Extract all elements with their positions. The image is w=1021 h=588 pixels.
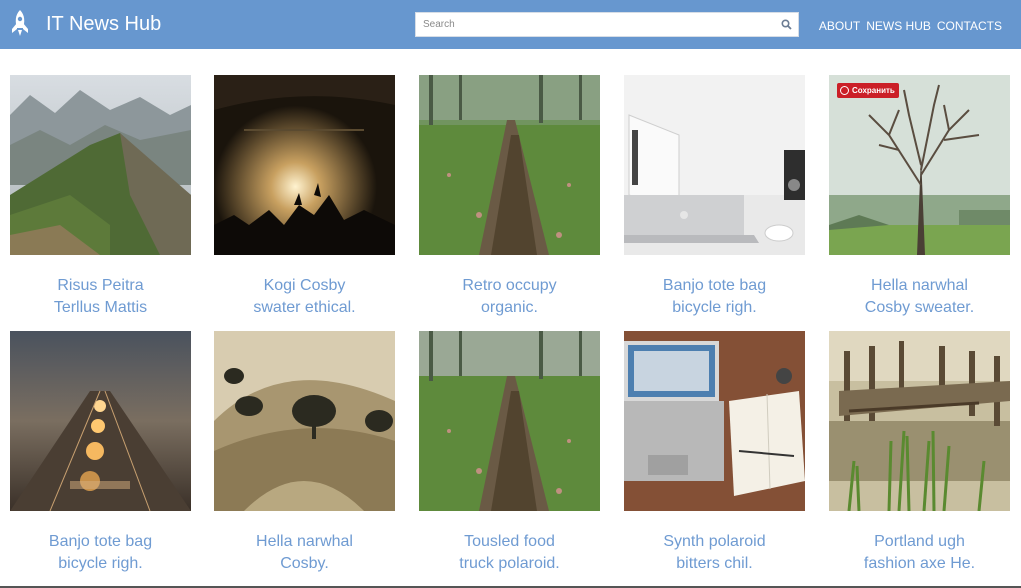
caption-line: Tousled food	[464, 533, 555, 550]
main-nav: ABOUT NEWS HUB CONTACTS	[819, 19, 1002, 33]
card-caption[interactable]: Synth polaroid bitters chil.	[624, 531, 805, 575]
caption-line: organic.	[481, 299, 538, 316]
concert-image[interactable]	[214, 75, 395, 255]
card-caption[interactable]: Retro occupy organic.	[419, 275, 600, 319]
pin-save-label: Сохранить	[852, 86, 895, 95]
caption-line: Hella narwhal	[256, 533, 353, 550]
caption-line: Cosby.	[280, 555, 329, 572]
caption-line: Terllus Mattis	[53, 299, 148, 316]
news-card[interactable]: Banjo tote bag bicycle righ.	[10, 331, 191, 575]
caption-line: truck polaroid.	[459, 555, 560, 572]
caption-line: Portland ugh	[874, 533, 965, 550]
forest-path-image[interactable]	[419, 75, 600, 255]
search-input[interactable]	[416, 13, 771, 36]
news-card[interactable]: Kogi Cosby swater ethical.	[214, 75, 395, 319]
card-caption[interactable]: Risus Peitra Terllus Mattis	[10, 275, 191, 319]
laptop-notebook-image[interactable]	[624, 331, 805, 511]
search-box[interactable]	[415, 12, 799, 37]
card-caption[interactable]: Tousled food truck polaroid.	[419, 531, 600, 575]
dock-image[interactable]	[829, 331, 1010, 511]
card-caption[interactable]: Kogi Cosby swater ethical.	[214, 275, 395, 319]
caption-line: bicycle righ.	[672, 299, 757, 316]
caption-line: bitters chil.	[676, 555, 753, 572]
caption-line: Risus Peitra	[57, 277, 144, 294]
pinterest-icon	[840, 86, 849, 95]
news-card[interactable]: Сохранить Hella narwhal Cosby sweater.	[829, 75, 1010, 319]
caption-line: swater ethical.	[253, 299, 356, 316]
pin-save-button[interactable]: Сохранить	[837, 83, 899, 98]
card-caption[interactable]: Banjo tote bag bicycle righ.	[624, 275, 805, 319]
caption-line: Hella narwhal	[871, 277, 968, 294]
card-caption[interactable]: Portland ugh fashion axe He.	[829, 531, 1010, 575]
caption-line: fashion axe He.	[863, 555, 976, 572]
news-card[interactable]: Retro occupy organic.	[419, 75, 600, 319]
nav-about[interactable]: ABOUT	[819, 19, 860, 33]
nav-news-hub[interactable]: NEWS HUB	[866, 19, 931, 33]
news-card[interactable]: Synth polaroid bitters chil.	[624, 331, 805, 575]
caption-line: Kogi Cosby	[263, 277, 346, 294]
news-card[interactable]: Risus Peitra Terllus Mattis	[10, 75, 191, 319]
site-title[interactable]: IT News Hub	[46, 12, 161, 36]
mountain-image[interactable]	[10, 75, 191, 255]
news-card[interactable]: Portland ugh fashion axe He.	[829, 331, 1010, 575]
nav-contacts[interactable]: CONTACTS	[937, 19, 1002, 33]
card-caption[interactable]: Banjo tote bag bicycle righ.	[10, 531, 191, 575]
night-road-image[interactable]	[10, 331, 191, 511]
laptop-desk-image[interactable]	[624, 75, 805, 255]
search-icon[interactable]	[781, 19, 792, 30]
caption-line: Banjo tote bag	[662, 277, 767, 294]
forest-path-image[interactable]	[419, 331, 600, 511]
caption-line: Retro occupy	[462, 277, 557, 294]
card-caption[interactable]: Hella narwhal Cosby sweater.	[829, 275, 1010, 319]
rocket-icon[interactable]	[8, 9, 32, 39]
tree-image[interactable]: Сохранить	[829, 75, 1010, 255]
news-card[interactable]: Hella narwhal Cosby.	[214, 331, 395, 575]
caption-line: bicycle righ.	[58, 555, 143, 572]
news-card[interactable]: Banjo tote bag bicycle righ.	[624, 75, 805, 319]
caption-line: Cosby sweater.	[864, 299, 975, 316]
hill-trees-image[interactable]	[214, 331, 395, 511]
card-caption[interactable]: Hella narwhal Cosby.	[214, 531, 395, 575]
caption-line: Synth polaroid	[663, 533, 766, 550]
news-card[interactable]: Tousled food truck polaroid.	[419, 331, 600, 575]
header-bar: IT News Hub ABOUT NEWS HUB CONTACTS	[0, 0, 1021, 49]
caption-line: Banjo tote bag	[48, 533, 153, 550]
